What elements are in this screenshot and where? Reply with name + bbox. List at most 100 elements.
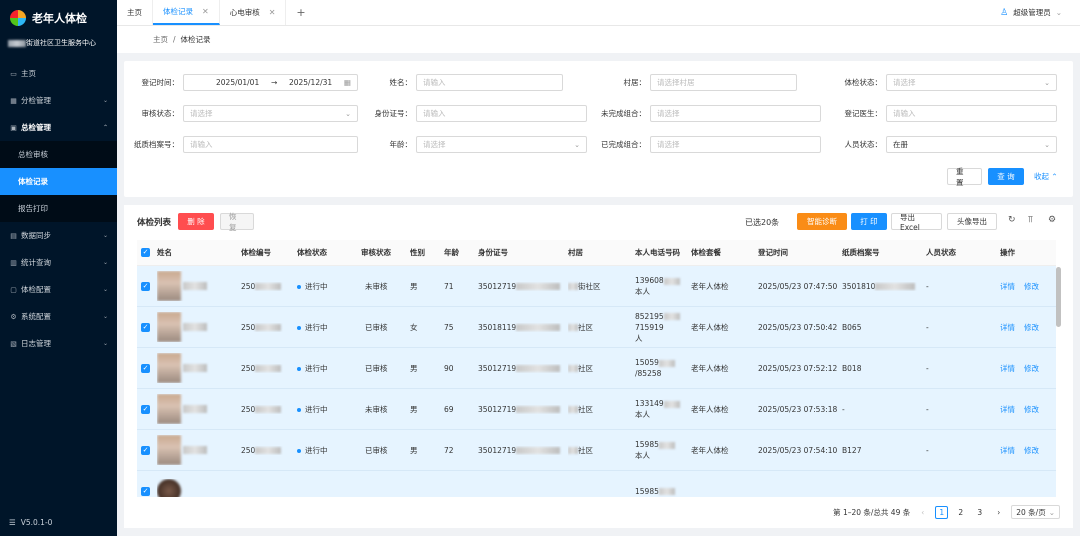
- user-menu[interactable]: ♙ 超级管理员 ⌄: [1000, 0, 1062, 25]
- tab-ecg-audit[interactable]: 心电审核 ✕: [220, 0, 287, 25]
- audit-status-select[interactable]: 请选择 ⌄: [183, 105, 358, 122]
- version-text: V5.0.1-0: [20, 518, 53, 527]
- close-icon[interactable]: ✕: [269, 8, 276, 17]
- table-cell: 250: [241, 364, 297, 373]
- table-cell: 社区: [568, 363, 635, 374]
- table-scrollbar[interactable]: [1056, 267, 1061, 327]
- table-body: ✓ 250 进行中 未审核男 71 35012719 街社区 139608 本人 老年人体检 202…: [137, 266, 1056, 497]
- col-actions: 操作: [1000, 248, 1015, 257]
- row-checkbox[interactable]: ✓: [141, 281, 150, 291]
- delete-button[interactable]: 删 除: [178, 213, 214, 230]
- edit-link[interactable]: 修改: [1024, 323, 1039, 332]
- table-cell: 69: [444, 405, 478, 414]
- detail-link[interactable]: 详情: [1000, 282, 1015, 291]
- page-size-select[interactable]: 20 条/页 ⌄: [1011, 505, 1060, 519]
- column-height-icon[interactable]: ⫪: [1028, 215, 1033, 225]
- restore-button[interactable]: 恢 复: [220, 212, 254, 232]
- table-row[interactable]: ✓ 250 进行中 未审核 男 71 35012719 街社区 139608 本人 老年人体检 202…: [137, 266, 1056, 307]
- prev-page-icon[interactable]: ‹: [916, 506, 929, 519]
- row-checkbox[interactable]: ✓: [141, 363, 150, 373]
- cell-phone-note: 人: [635, 333, 643, 343]
- table-cell: 进行中: [297, 281, 361, 292]
- table-cell: 进行中: [297, 322, 361, 333]
- search-button[interactable]: 查 询: [988, 168, 1024, 185]
- page-2[interactable]: 2: [954, 506, 967, 519]
- sidebar-item-general-check[interactable]: ▣ 总检管理 ⌃: [0, 114, 117, 141]
- paper-input[interactable]: 请输入: [183, 136, 358, 153]
- edit-link[interactable]: 修改: [1024, 405, 1039, 414]
- reset-button[interactable]: 重 置: [947, 167, 982, 187]
- chevron-down-icon: ⌄: [102, 97, 108, 104]
- select-all-checkbox[interactable]: ✓: [141, 248, 150, 257]
- edit-link[interactable]: 修改: [1024, 446, 1039, 455]
- village-select[interactable]: 请选择村居: [650, 74, 797, 91]
- settings-icon[interactable]: ⚙: [1048, 215, 1056, 225]
- table-row[interactable]: ✓ 250 进行中 已审核女 75 35018119 社区 852195 715919 人老年人体…: [137, 307, 1056, 348]
- tab-home[interactable]: 主页: [117, 0, 153, 25]
- next-page-icon[interactable]: ›: [992, 506, 1005, 519]
- date-end[interactable]: 2025/12/31: [289, 78, 332, 87]
- date-range-picker[interactable]: 2025/01/01 → 2025/12/31 ▦: [183, 74, 358, 91]
- export-avatar-button[interactable]: 头像导出: [947, 213, 997, 230]
- page-1[interactable]: 1: [935, 505, 949, 519]
- redacted: [568, 406, 578, 413]
- person-status-select[interactable]: 在册 ⌄: [886, 136, 1057, 153]
- row-checkbox[interactable]: ✓: [141, 445, 150, 455]
- age-select[interactable]: 请选择 ⌄: [416, 136, 587, 153]
- table-row[interactable]: ✓ 250 进行中 已审核 男 72 35012719 社区 15985 本人 老年人体检 2025/…: [137, 430, 1056, 471]
- table-cell: -: [926, 282, 1000, 291]
- tab-records[interactable]: 体检记录 ✕: [153, 0, 220, 25]
- id-input[interactable]: 请输入: [416, 105, 587, 122]
- unfinished-select[interactable]: 请选择: [650, 105, 821, 122]
- sidebar-subitem-audit[interactable]: 总检审核: [0, 141, 117, 168]
- sidebar-item-system-config[interactable]: ⚙ 系统配置 ⌄: [0, 303, 117, 330]
- redacted: [663, 400, 680, 408]
- submenu: 总检审核 体检记录 报告打印: [0, 141, 117, 222]
- table-cell: 进行中: [297, 445, 361, 456]
- redacted: [875, 283, 916, 290]
- date-start[interactable]: 2025/01/01: [216, 78, 259, 87]
- table-row[interactable]: ✓ 250 进行中 未审核 男 69 35012719 社区 133149 本人 老年人体检 2025…: [137, 389, 1056, 430]
- sidebar-subitem-report-print[interactable]: 报告打印: [0, 195, 117, 222]
- page-3[interactable]: 3: [973, 506, 986, 519]
- table-cell: -: [926, 405, 1000, 414]
- sidebar-item-subcheck[interactable]: ▦ 分检管理 ⌄: [0, 87, 117, 114]
- add-tab-icon[interactable]: +: [286, 0, 315, 25]
- doctor-input[interactable]: 请输入: [886, 105, 1057, 122]
- table-cell: 90: [444, 364, 478, 373]
- close-icon[interactable]: ✕: [202, 7, 209, 16]
- cell-sex: 男: [410, 363, 418, 373]
- menu-fold-icon[interactable]: ☰: [9, 518, 16, 527]
- edit-link[interactable]: 修改: [1024, 364, 1039, 373]
- row-checkbox[interactable]: ✓: [141, 486, 150, 496]
- breadcrumb-home[interactable]: 主页: [153, 34, 168, 45]
- table-cell: 详情 修改: [1000, 404, 1050, 415]
- detail-link[interactable]: 详情: [1000, 446, 1015, 455]
- user-icon: ♙: [1000, 7, 1009, 18]
- finished-select[interactable]: 请选择: [650, 136, 821, 153]
- sidebar-item-exam-config[interactable]: ▢ 体检配置 ⌄: [0, 276, 117, 303]
- smart-diagnosis-button[interactable]: 智能诊断: [797, 213, 847, 230]
- sidebar-item-stats[interactable]: ▥ 统计查询 ⌄: [0, 249, 117, 276]
- row-checkbox[interactable]: ✓: [141, 404, 150, 414]
- refresh-icon[interactable]: ↻: [1008, 215, 1016, 225]
- row-checkbox[interactable]: ✓: [141, 322, 150, 332]
- sidebar-item-home[interactable]: ▭ 主页: [0, 60, 117, 87]
- table-row[interactable]: ✓ 250 进行中 已审核男 90 35012719 社区 15059/85258 老年人体检 2…: [137, 348, 1056, 389]
- name-input[interactable]: 请输入: [416, 74, 563, 91]
- cell-exam-status: 进行中: [305, 404, 328, 414]
- sidebar-item-data-sync[interactable]: ▤ 数据同步 ⌄: [0, 222, 117, 249]
- exam-status-select[interactable]: 请选择 ⌄: [886, 74, 1057, 91]
- detail-link[interactable]: 详情: [1000, 323, 1015, 332]
- detail-link[interactable]: 详情: [1000, 405, 1015, 414]
- edit-link[interactable]: 修改: [1024, 282, 1039, 291]
- table-row[interactable]: ✓ 15985: [137, 471, 1056, 497]
- sidebar-item-log[interactable]: ▧ 日志管理 ⌄: [0, 330, 117, 357]
- person-status-label: 人员状态：: [844, 140, 883, 149]
- export-excel-button[interactable]: 导出Excel: [891, 213, 942, 232]
- print-button[interactable]: 打 印: [851, 213, 887, 230]
- cell-id: 35012719: [478, 445, 517, 455]
- collapse-link[interactable]: 收起 ⌃: [1034, 171, 1058, 182]
- sidebar-subitem-records[interactable]: 体检记录: [0, 168, 117, 195]
- detail-link[interactable]: 详情: [1000, 364, 1015, 373]
